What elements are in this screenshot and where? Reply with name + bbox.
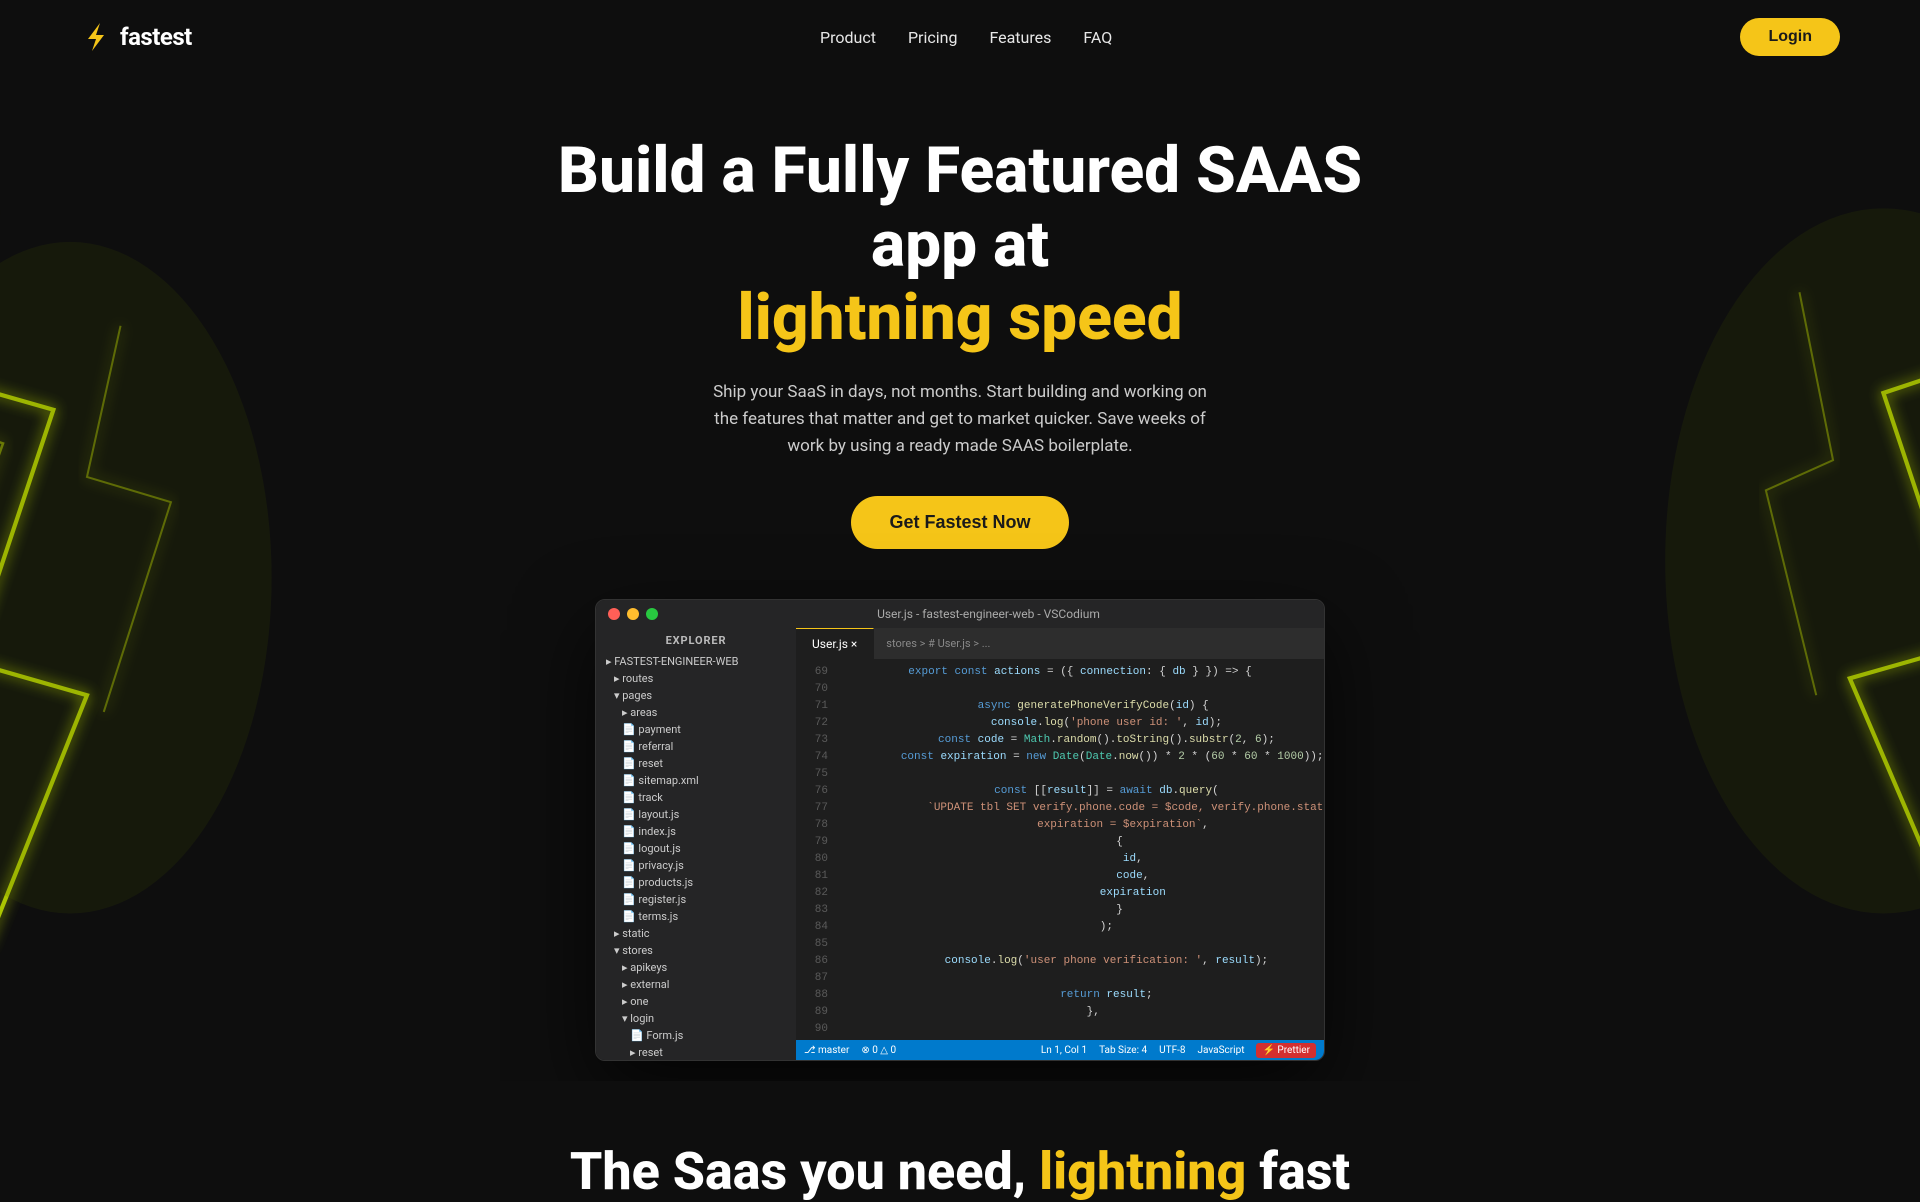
nav-features[interactable]: Features: [989, 28, 1051, 47]
file-item[interactable]: ▸ static: [596, 925, 796, 942]
hero-section: Build a Fully Featured SAAS app at light…: [0, 74, 1920, 1081]
status-bar: ⎇ master ⊗ 0 △ 0 Ln 1, Col 1 Tab Size: 4…: [796, 1040, 1324, 1060]
code-content: 69 70 71 72 73 74 75 76 77 78 79 80 81 8…: [796, 660, 1324, 1040]
status-encoding: UTF-8: [1159, 1045, 1185, 1056]
nav-faq[interactable]: FAQ: [1083, 28, 1112, 47]
window-close-dot: [608, 608, 620, 620]
file-item[interactable]: ▸ apikeys: [596, 959, 796, 976]
hero-highlight: lightning speed: [737, 280, 1182, 355]
status-branch: ⎇ master: [804, 1045, 849, 1056]
file-item[interactable]: 📄 logout.js: [596, 840, 796, 857]
file-tree: ▸ FASTEST-ENGINEER-WEB ▸ routes ▾ pages …: [596, 653, 796, 1060]
bottom-section: The Saas you need, lightning fast: [0, 1081, 1920, 1202]
file-item[interactable]: ▸ FASTEST-ENGINEER-WEB: [596, 653, 796, 670]
status-extension: ⚡ Prettier: [1256, 1043, 1316, 1058]
file-item[interactable]: ▸ areas: [596, 704, 796, 721]
code-tab-user[interactable]: User.js ×: [796, 628, 874, 659]
nav-product[interactable]: Product: [820, 28, 876, 47]
file-item[interactable]: 📄 index.js: [596, 823, 796, 840]
code-titlebar: User.js - fastest-engineer-web - VSCodiu…: [596, 600, 1324, 628]
breadcrumb: stores > # User.js > ...: [874, 637, 1324, 650]
file-item[interactable]: 📄 privacy.js: [596, 857, 796, 874]
logo[interactable]: fastest: [80, 21, 192, 53]
file-item[interactable]: 📄 products.js: [596, 874, 796, 891]
file-sidebar: Explorer ▸ FASTEST-ENGINEER-WEB ▸ routes…: [596, 628, 796, 1060]
file-item[interactable]: ▸ external: [596, 976, 796, 993]
file-item[interactable]: 📄 Form.js: [596, 1027, 796, 1044]
file-item[interactable]: 📄 payment: [596, 721, 796, 738]
file-item[interactable]: 📄 terms.js: [596, 908, 796, 925]
file-item[interactable]: ▸ reset: [596, 1044, 796, 1060]
status-language: JavaScript: [1198, 1045, 1245, 1056]
file-item[interactable]: 📄 track: [596, 789, 796, 806]
line-numbers: 69 70 71 72 73 74 75 76 77 78 79 80 81 8…: [796, 660, 836, 1040]
file-item[interactable]: 📄 sitemap.xml: [596, 772, 796, 789]
status-errors: ⊗ 0 △ 0: [861, 1045, 896, 1056]
file-item[interactable]: ▾ stores: [596, 942, 796, 959]
file-item[interactable]: ▾ pages: [596, 687, 796, 704]
sidebar-header: Explorer: [596, 628, 796, 653]
code-tabs: User.js × stores > # User.js > ...: [796, 628, 1324, 660]
status-position: Ln 1, Col 1: [1041, 1045, 1087, 1056]
navbar: fastest Product Pricing Features FAQ Log…: [0, 0, 1920, 74]
login-button[interactable]: Login: [1740, 18, 1840, 56]
file-item[interactable]: 📄 layout.js: [596, 806, 796, 823]
hero-headline: Build a Fully Featured SAAS app at light…: [510, 134, 1410, 355]
file-item[interactable]: ▾ login: [596, 1010, 796, 1027]
file-item[interactable]: 📄 reset: [596, 755, 796, 772]
window-maximize-dot: [646, 608, 658, 620]
logo-icon: [80, 21, 112, 53]
code-text: export const actions = ({ connection: { …: [836, 660, 1324, 1040]
file-item[interactable]: 📄 register.js: [596, 891, 796, 908]
hero-subtext: Ship your SaaS in days, not months. Star…: [700, 379, 1220, 461]
status-tab: Tab Size: 4: [1099, 1045, 1147, 1056]
nav-pricing[interactable]: Pricing: [908, 28, 958, 47]
bottom-headline: The Saas you need, lightning fast: [20, 1141, 1900, 1202]
code-window: User.js - fastest-engineer-web - VSCodiu…: [595, 599, 1325, 1061]
hero-content: Build a Fully Featured SAAS app at light…: [20, 134, 1900, 549]
nav-links: Product Pricing Features FAQ: [820, 28, 1112, 47]
window-minimize-dot: [627, 608, 639, 620]
code-main: User.js × stores > # User.js > ... 69 70…: [796, 628, 1324, 1060]
titlebar-title: User.js - fastest-engineer-web - VSCodiu…: [665, 607, 1312, 621]
code-body: Explorer ▸ FASTEST-ENGINEER-WEB ▸ routes…: [596, 628, 1324, 1060]
cta-button[interactable]: Get Fastest Now: [851, 496, 1068, 549]
file-item[interactable]: ▸ routes: [596, 670, 796, 687]
file-item[interactable]: ▸ one: [596, 993, 796, 1010]
logo-text: fastest: [120, 23, 192, 51]
file-item[interactable]: 📄 referral: [596, 738, 796, 755]
